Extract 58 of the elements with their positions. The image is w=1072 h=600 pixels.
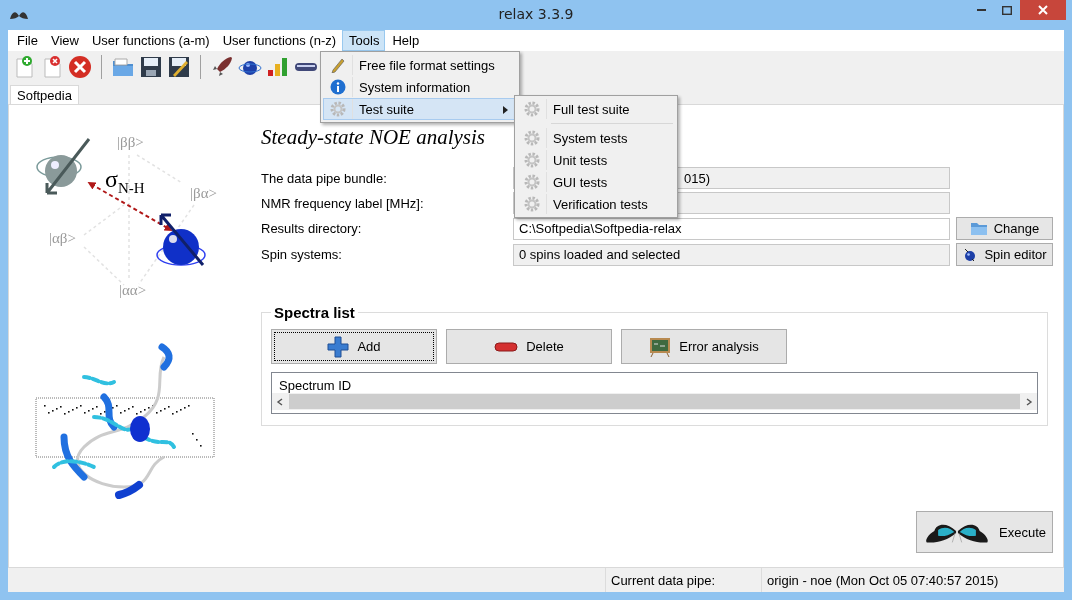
execute-button[interactable]: Execute — [916, 511, 1053, 553]
action-button[interactable]: Add — [271, 329, 437, 364]
bar-chart-icon[interactable] — [266, 55, 290, 79]
gear-icon — [524, 130, 540, 146]
minimize-icon — [976, 9, 986, 11]
maximize-icon — [1002, 5, 1012, 15]
menu-entry[interactable]: System information — [323, 76, 517, 98]
coupling-label: σ$_{N-H}$ — [105, 167, 145, 196]
field-label: The data pipe bundle: — [261, 170, 388, 186]
field-label: Spin systems: — [261, 247, 343, 262]
menu-item[interactable]: Help — [385, 30, 426, 51]
rocket-icon[interactable] — [210, 55, 234, 79]
gear-icon — [524, 152, 540, 168]
group-title: Spectra list — [273, 304, 356, 321]
floppy-pencil-icon[interactable] — [167, 55, 191, 79]
pencil-icon — [330, 57, 346, 73]
close-button[interactable] — [1020, 0, 1066, 20]
gear-icon — [330, 101, 346, 117]
side-button[interactable]: Spin editor — [956, 243, 1053, 266]
chalkboard-icon — [649, 336, 672, 357]
text-field[interactable]: 0 spins loaded and selected — [513, 243, 950, 266]
text-field[interactable]: C:\Softpedia\Softpedia-relax — [513, 217, 950, 240]
action-button[interactable]: Delete — [446, 329, 612, 364]
close-circle-icon[interactable] — [68, 55, 92, 79]
info-icon — [330, 79, 346, 95]
field-label: NMR frequency label [MHz]: — [261, 195, 425, 211]
close-icon — [1038, 5, 1048, 15]
action-button[interactable]: Error analysis — [621, 329, 787, 364]
state-label: |αα> — [119, 283, 147, 298]
window-title: relax 3.3.9 — [498, 6, 574, 22]
menu-item[interactable]: Tools — [342, 30, 386, 51]
panel-title: Steady-state NOE analysis — [261, 125, 485, 151]
plus-icon — [327, 335, 350, 358]
menu-item[interactable]: User functions (n-z) — [215, 30, 343, 51]
minus-icon — [494, 341, 519, 352]
gear-icon — [524, 196, 540, 212]
menu-item[interactable]: User functions (a-m) — [84, 30, 216, 51]
field-label: Results directory: — [261, 221, 363, 236]
gear-icon — [524, 174, 540, 190]
menu-entry[interactable]: Full test suite — [517, 98, 675, 120]
app-logo-icon — [10, 10, 28, 20]
state-label: |ββ> — [117, 135, 144, 150]
menu-entry[interactable]: System tests — [517, 127, 675, 149]
menu-entry[interactable]: Test suite — [323, 98, 517, 120]
menu-entry[interactable]: Verification tests — [517, 193, 675, 215]
menu-entry[interactable]: Free file format settings — [323, 54, 517, 76]
side-button[interactable]: Change — [956, 217, 1053, 240]
folder-icon — [969, 221, 988, 236]
tab[interactable]: Softpedia — [10, 85, 79, 104]
state-label: |αβ> — [49, 231, 76, 246]
status-value: origin - noe (Mon Oct 05 07:40:57 2015) — [761, 568, 1061, 592]
menu-item[interactable]: View — [43, 30, 85, 51]
menu-item[interactable]: File — [10, 30, 44, 51]
horizontal-scrollbar[interactable] — [272, 393, 1037, 410]
column-header: Spectrum ID — [278, 377, 353, 393]
state-label: |βα> — [190, 186, 217, 201]
gear-icon — [524, 101, 540, 117]
status-label: Current data pipe: — [605, 568, 761, 592]
